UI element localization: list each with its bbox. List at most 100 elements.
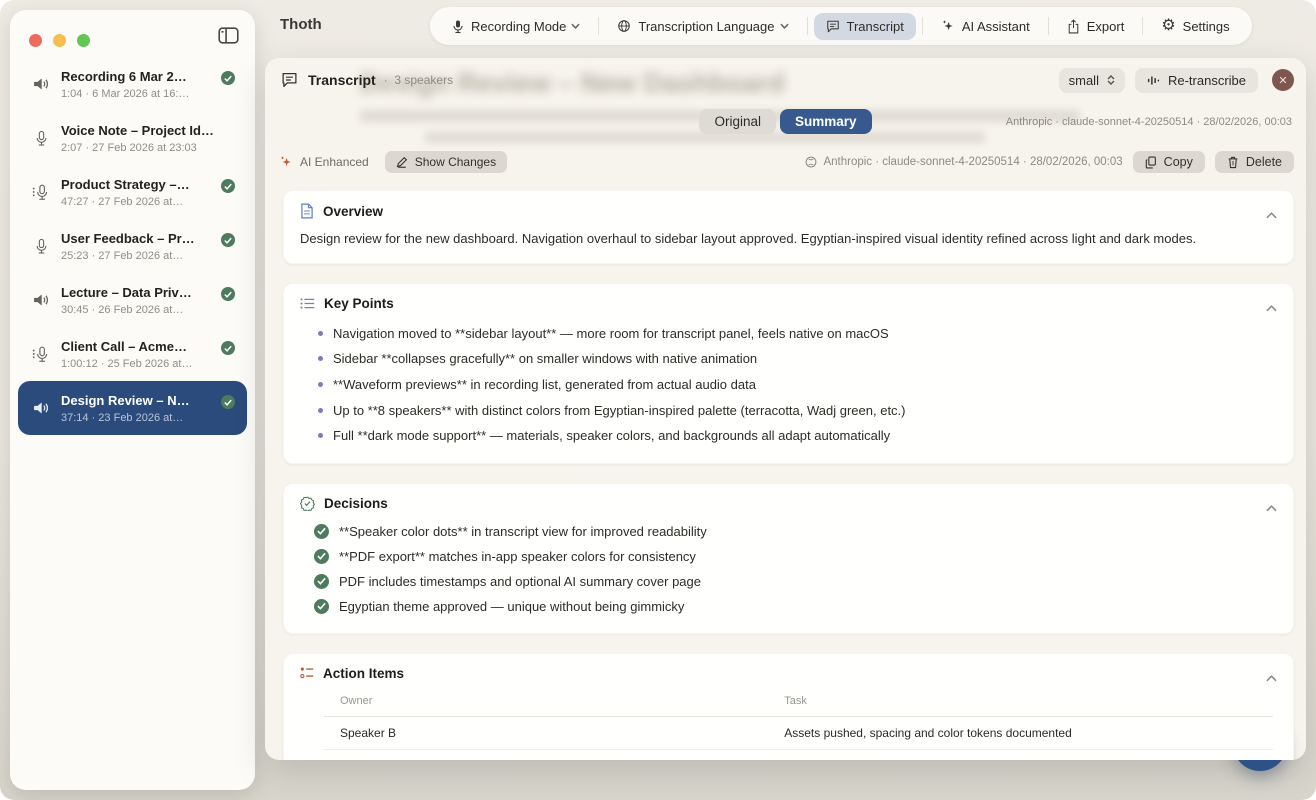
key-point-text: Full **dark mode support** — materials, … bbox=[333, 428, 890, 444]
list-item-recording[interactable]: Voice Note – Project Id… 2:07 · 27 Feb 20… bbox=[18, 111, 247, 165]
recording-mode-button[interactable]: Recording Mode bbox=[440, 13, 592, 40]
enhanced-model-meta-text: Anthropic · claude-sonnet-4-20250514 · 2… bbox=[823, 156, 1122, 168]
recording-meta: 25:23 · 27 Feb 2026 at… bbox=[61, 250, 221, 262]
key-point-text: Navigation moved to **sidebar layout** —… bbox=[333, 326, 889, 342]
decision-item: Egyptian theme approved — unique without… bbox=[300, 594, 1277, 619]
delete-button[interactable]: Delete bbox=[1215, 151, 1294, 173]
decision-text: PDF includes timestamps and optional AI … bbox=[339, 574, 701, 589]
list-item-recording[interactable]: Recording 6 Mar 2…1:04 · 6 Mar 2026 at 1… bbox=[18, 57, 247, 111]
transcribed-check-icon bbox=[221, 341, 235, 355]
section-title: Key Points bbox=[324, 296, 394, 311]
column-header-task: Task bbox=[784, 695, 1273, 707]
recording-title: Lecture – Data Priv… bbox=[61, 285, 221, 300]
bullet-icon bbox=[318, 408, 323, 413]
export-label: Export bbox=[1087, 19, 1125, 34]
recording-meta: 2:07 · 27 Feb 2026 at 23:03 bbox=[61, 142, 221, 154]
key-point-text: Up to **8 speakers** with distinct color… bbox=[333, 403, 906, 419]
speech-bubble-icon bbox=[281, 72, 298, 88]
recording-meta: 1:04 · 6 Mar 2026 at 16:… bbox=[61, 88, 221, 100]
chevron-down-icon bbox=[571, 23, 580, 29]
task-cell: Implement in next build bbox=[784, 759, 1273, 760]
transcription-language-button[interactable]: Transcription Language bbox=[605, 13, 800, 40]
list-item-recording[interactable]: User Feedback – Pr… 25:23 · 27 Feb 2026 a… bbox=[18, 219, 247, 273]
trash-icon bbox=[1227, 156, 1239, 169]
sidebar-toggle-icon[interactable] bbox=[216, 25, 241, 51]
app-title: Thoth bbox=[280, 16, 322, 33]
speaker-icon bbox=[28, 76, 54, 92]
zoom-window-button[interactable] bbox=[77, 34, 90, 47]
key-point-text: **Waveform previews** in recording list,… bbox=[333, 377, 756, 393]
decision-item: **PDF export** matches in-app speaker co… bbox=[300, 544, 1277, 569]
provider-icon bbox=[805, 156, 817, 168]
recording-title: Design Review – N… bbox=[61, 393, 221, 408]
delete-label: Delete bbox=[1246, 155, 1282, 169]
check-icon bbox=[314, 524, 329, 539]
collapse-chevron-icon[interactable] bbox=[1266, 499, 1277, 517]
check-icon bbox=[314, 574, 329, 589]
recording-meta: 30:45 · 26 Feb 2026 at… bbox=[61, 304, 221, 316]
export-button[interactable]: Export bbox=[1055, 13, 1137, 40]
model-size-value: small bbox=[1069, 73, 1099, 88]
retranscribe-button[interactable]: Re-transcribe bbox=[1135, 68, 1258, 93]
decision-item: PDF includes timestamps and optional AI … bbox=[300, 569, 1277, 594]
checklist-icon bbox=[300, 666, 314, 680]
transcribed-check-icon bbox=[221, 395, 235, 409]
toolbar-divider bbox=[922, 17, 923, 35]
settings-button[interactable]: ⚙ Settings bbox=[1149, 12, 1241, 40]
collapse-chevron-icon[interactable] bbox=[1266, 206, 1277, 224]
check-icon bbox=[314, 549, 329, 564]
collapse-chevron-icon[interactable] bbox=[1266, 669, 1277, 687]
list-icon bbox=[300, 297, 315, 310]
summary-content: Overview Design review for the new dashb… bbox=[265, 180, 1306, 760]
list-item-recording[interactable]: Client Call – Acme…1:00:12 · 25 Feb 2026… bbox=[18, 327, 247, 381]
tab-original[interactable]: Original bbox=[699, 109, 776, 134]
decision-text: **PDF export** matches in-app speaker co… bbox=[339, 549, 696, 564]
gear-icon: ⚙ bbox=[1161, 18, 1175, 34]
ai-enhanced-bar: AI Enhanced Show Changes Anthropic · cla… bbox=[265, 144, 1306, 180]
mic-dots-icon bbox=[28, 184, 54, 201]
list-item-recording[interactable]: Lecture – Data Priv… 30:45 · 26 Feb 2026 … bbox=[18, 273, 247, 327]
decisions-card: Decisions **Speaker color dots** in tran… bbox=[283, 483, 1294, 634]
recording-title: User Feedback – Pr… bbox=[61, 231, 221, 246]
collapse-chevron-icon[interactable] bbox=[1266, 299, 1277, 317]
close-icon[interactable]: ✕ bbox=[1272, 69, 1294, 91]
model-size-select[interactable]: small bbox=[1059, 68, 1125, 93]
list-item-recording-selected[interactable]: Design Review – N… 37:14 · 23 Feb 2026 at… bbox=[18, 381, 247, 435]
ai-enhanced-label: AI Enhanced bbox=[300, 155, 369, 169]
view-tabs-row: Original Summary Anthropic · claude-sonn… bbox=[265, 102, 1306, 144]
document-icon bbox=[300, 203, 314, 219]
ai-assistant-label: AI Assistant bbox=[962, 19, 1030, 34]
list-item-recording[interactable]: Product Strategy –…47:27 · 27 Feb 2026 a… bbox=[18, 165, 247, 219]
copy-button[interactable]: Copy bbox=[1133, 151, 1205, 173]
show-changes-button[interactable]: Show Changes bbox=[385, 151, 507, 173]
transcript-panel: Design Review – New Dashboard Transcript… bbox=[265, 58, 1306, 760]
transcript-label: Transcript bbox=[847, 19, 904, 34]
table-row: Speaker B Assets pushed, spacing and col… bbox=[324, 717, 1273, 750]
app-window: Thoth Recording Mode Transcription Langu… bbox=[0, 0, 1316, 800]
seal-check-icon bbox=[300, 496, 315, 511]
speaker-icon bbox=[28, 292, 54, 308]
key-point-item: **Waveform previews** in recording list,… bbox=[300, 372, 1277, 398]
decision-text: **Speaker color dots** in transcript vie… bbox=[339, 524, 707, 539]
toolbar-divider bbox=[807, 17, 808, 35]
section-title: Overview bbox=[323, 204, 383, 219]
recording-meta: 37:14 · 23 Feb 2026 at… bbox=[61, 412, 221, 424]
action-items-card: Action Items Owner Task Speaker B Assets… bbox=[283, 653, 1294, 760]
close-window-button[interactable] bbox=[29, 34, 42, 47]
key-point-item: Full **dark mode support** — materials, … bbox=[300, 423, 1277, 449]
speaker-icon bbox=[28, 400, 54, 416]
minimize-window-button[interactable] bbox=[53, 34, 66, 47]
overview-card: Overview Design review for the new dashb… bbox=[283, 190, 1294, 264]
mic-icon bbox=[452, 19, 464, 34]
retranscribe-label: Re-transcribe bbox=[1168, 73, 1246, 88]
transcript-button[interactable]: Transcript bbox=[814, 13, 916, 40]
recording-meta: 1:00:12 · 25 Feb 2026 at… bbox=[61, 358, 221, 370]
owner-cell: Engineering bbox=[324, 759, 784, 760]
sidebar: Recording 6 Mar 2…1:04 · 6 Mar 2026 at 1… bbox=[10, 10, 255, 790]
table-header-row: Owner Task bbox=[324, 691, 1273, 717]
recording-title: Voice Note – Project Id… bbox=[61, 123, 221, 138]
ai-assistant-button[interactable]: AI Assistant bbox=[929, 13, 1042, 40]
recording-title: Product Strategy –… bbox=[61, 177, 221, 192]
tab-summary[interactable]: Summary bbox=[780, 109, 872, 134]
transcribed-check-icon bbox=[221, 179, 235, 193]
